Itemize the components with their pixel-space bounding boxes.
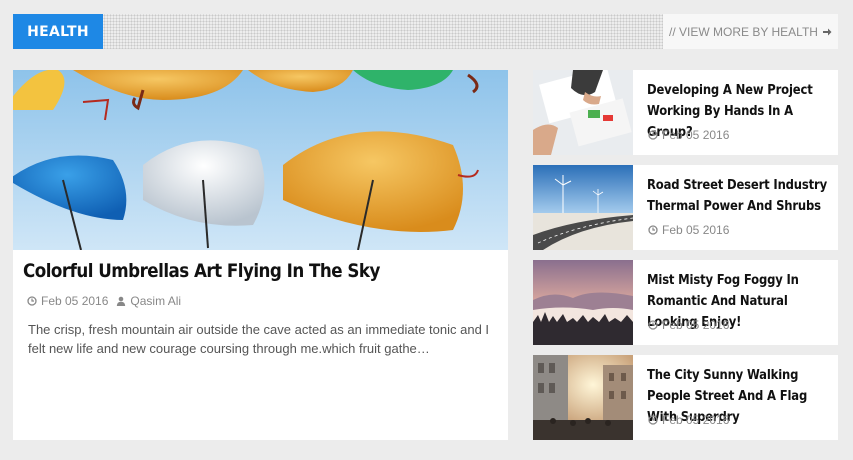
- side-post-meta: Feb 05 2016: [648, 413, 729, 427]
- clock-icon: [648, 415, 658, 425]
- desert-road-image[interactable]: [533, 165, 633, 250]
- side-post-date: Feb 05 2016: [662, 413, 730, 427]
- clock-icon: [648, 225, 658, 235]
- section-header: HEALTH // VIEW MORE BY HEALTH: [13, 14, 838, 49]
- side-post[interactable]: The City Sunny Walking People Street And…: [533, 355, 838, 440]
- side-post-date: Feb 05 2016: [662, 318, 730, 332]
- featured-date: Feb 05 2016: [41, 294, 109, 308]
- view-more-link[interactable]: // VIEW MORE BY HEALTH: [663, 14, 838, 49]
- side-post[interactable]: Road Street Desert Industry Thermal Powe…: [533, 165, 838, 250]
- section-label[interactable]: HEALTH: [13, 14, 103, 49]
- clock-icon: [648, 130, 658, 140]
- side-post-meta: Feb 05 2016: [648, 128, 729, 142]
- featured-author[interactable]: Qasim Ali: [130, 294, 181, 308]
- side-post-title[interactable]: Road Street Desert Industry Thermal Powe…: [647, 175, 828, 217]
- side-post[interactable]: Developing A New Project Working By Hand…: [533, 70, 838, 155]
- featured-excerpt: The crisp, fresh mountain air outside th…: [28, 322, 490, 356]
- featured-title[interactable]: Colorful Umbrellas Art Flying In The Sky: [23, 260, 380, 282]
- city-street-image[interactable]: [533, 355, 633, 440]
- arrow-right-icon: [822, 28, 832, 35]
- clock-icon: [27, 296, 37, 306]
- hands-working-image[interactable]: [533, 70, 633, 155]
- clock-icon: [648, 320, 658, 330]
- featured-post[interactable]: Colorful Umbrellas Art Flying In The Sky…: [13, 70, 508, 440]
- misty-forest-image[interactable]: [533, 260, 633, 345]
- side-post-date: Feb 05 2016: [662, 223, 730, 237]
- side-post[interactable]: Mist Misty Fog Foggy In Romantic And Nat…: [533, 260, 838, 345]
- side-post-meta: Feb 05 2016: [648, 223, 729, 237]
- header-pattern: [103, 14, 663, 49]
- view-more-label[interactable]: // VIEW MORE BY HEALTH: [669, 25, 818, 39]
- featured-meta: Feb 05 2016 Qasim Ali: [27, 294, 181, 308]
- user-icon: [117, 296, 126, 306]
- umbrellas-sky-image[interactable]: [13, 70, 508, 250]
- side-post-date: Feb 05 2016: [662, 128, 730, 142]
- side-post-meta: Feb 05 2016: [648, 318, 729, 332]
